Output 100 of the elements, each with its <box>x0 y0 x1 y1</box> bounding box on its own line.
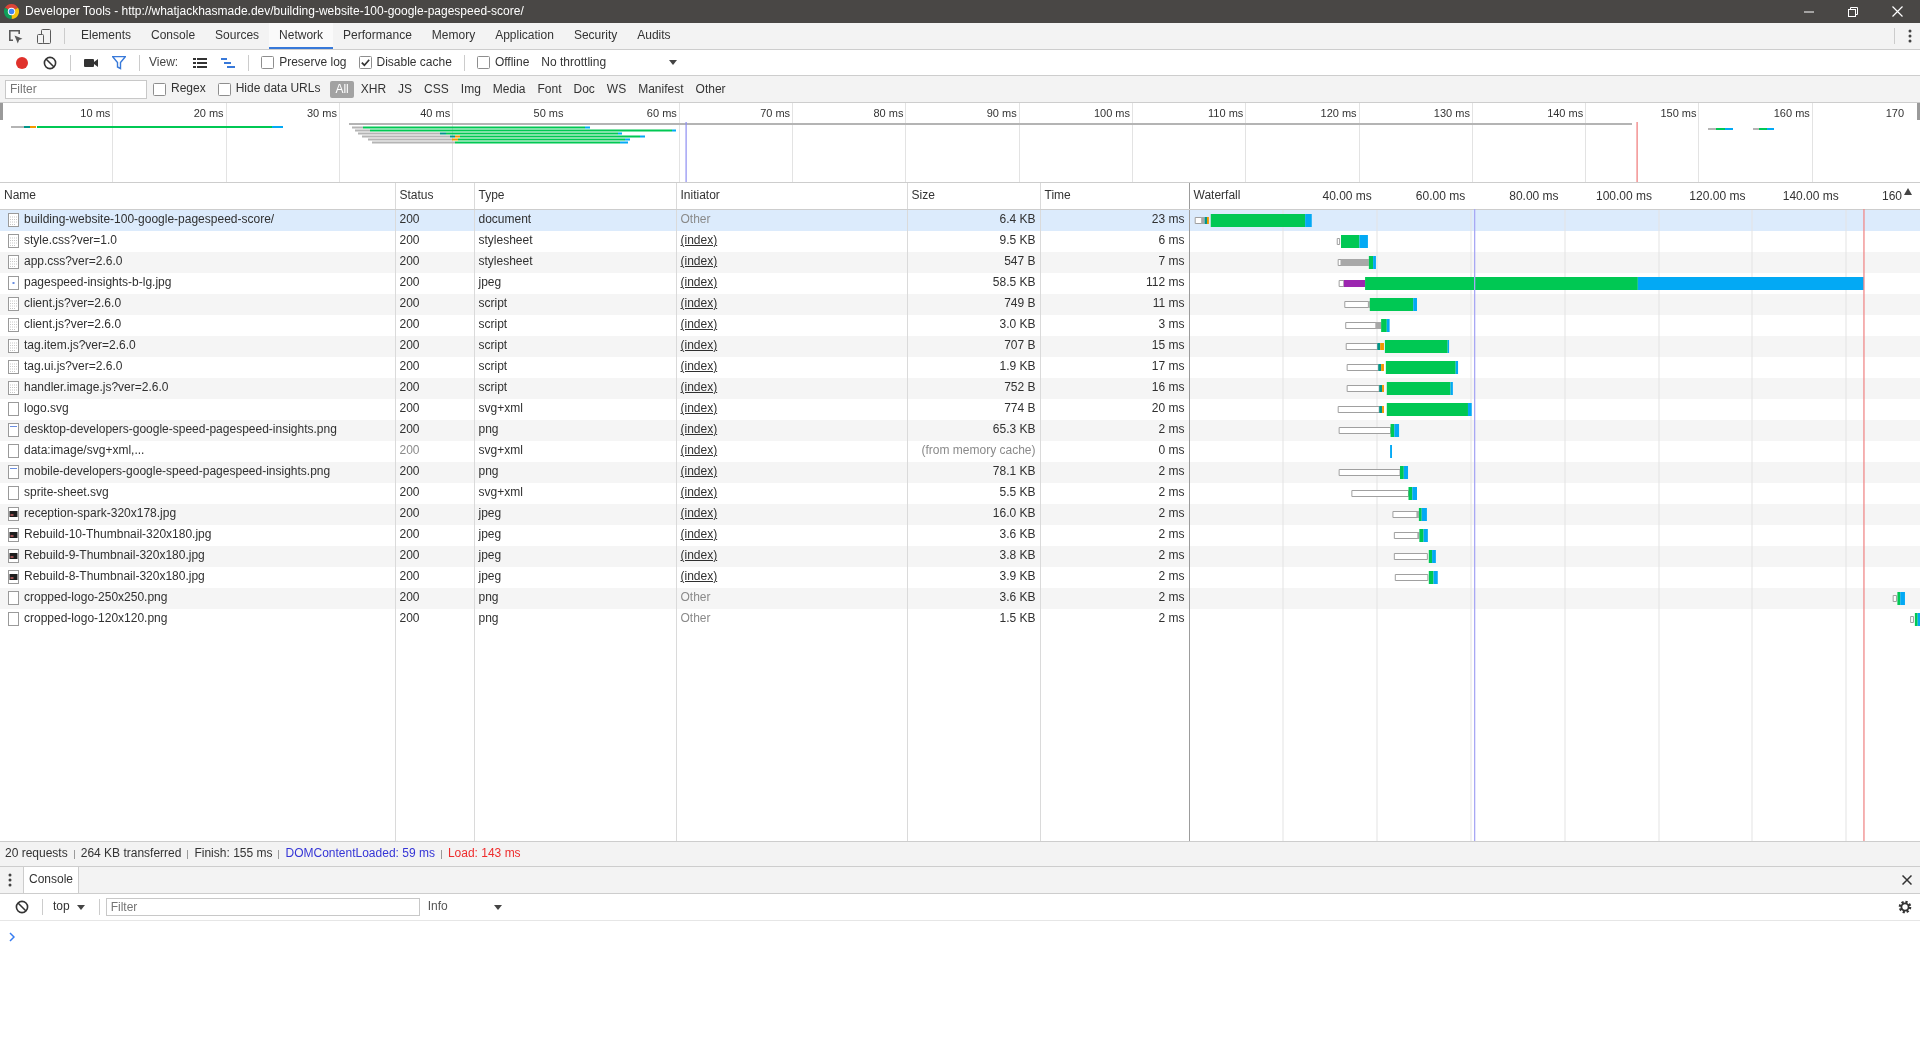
initiator-link[interactable]: (index) <box>680 296 718 311</box>
panel-tab[interactable]: Elements <box>71 23 142 49</box>
initiator-link[interactable]: (index) <box>680 485 718 500</box>
request-row[interactable]: client.js?ver=2.6.0 200 script (index) 749 B 11 ms <box>0 293 1920 315</box>
filter-icon[interactable] <box>112 55 126 70</box>
more-options-icon[interactable] <box>1908 29 1912 43</box>
initiator-link[interactable]: (index) <box>680 548 718 563</box>
type-filter-button[interactable]: Img <box>455 80 486 98</box>
request-row[interactable]: desktop-developers-google-speed-pagespeed-insights.png 200 png (index) 65.3 KB 2 ms <box>0 419 1920 441</box>
type-filter-button[interactable]: Doc <box>568 80 600 98</box>
device-toolbar-icon[interactable] <box>37 28 51 44</box>
column-header[interactable]: Waterfall <box>1193 188 1241 203</box>
type-filter-button[interactable]: Font <box>532 80 567 98</box>
type-filter-button[interactable]: Other <box>690 80 731 98</box>
request-row[interactable]: pagespeed-insights-b-lg.jpg 200 jpeg (index) 58.5 KB 112 ms <box>0 272 1920 294</box>
overview-handle[interactable] <box>1917 103 1920 120</box>
context-dropdown[interactable]: top <box>53 899 85 915</box>
more-options-icon[interactable] <box>8 873 12 887</box>
checkbox[interactable] <box>153 82 166 96</box>
type-filter-button[interactable]: JS <box>393 80 418 98</box>
file-name: handler.image.js?ver=2.6.0 <box>24 380 169 396</box>
initiator-link[interactable]: (index) <box>680 317 718 332</box>
request-row[interactable]: app.css?ver=2.6.0 200 stylesheet (index) 547 B 7 ms <box>0 251 1920 273</box>
sort-up-icon[interactable] <box>1904 188 1912 196</box>
column-header[interactable]: Name <box>0 183 395 209</box>
initiator-link[interactable]: (index) <box>680 401 718 416</box>
request-row[interactable]: mobile-developers-google-speed-pagespeed-insights.png 200 png (index) 78.1 KB 2 ms <box>0 461 1920 483</box>
checkbox-label[interactable]: Regex <box>171 81 206 97</box>
request-row[interactable]: logo.svg 200 svg+xml (index) 774 B 20 ms <box>0 398 1920 420</box>
checkbox-label[interactable]: Preserve log <box>279 54 347 71</box>
initiator-link[interactable]: (index) <box>680 275 718 290</box>
filter-field[interactable]: Filter <box>105 898 420 916</box>
clear-icon[interactable] <box>15 900 29 914</box>
initiator-link[interactable]: (index) <box>680 506 718 521</box>
initiator-link[interactable]: (index) <box>680 464 718 479</box>
request-row[interactable]: cropped-logo-250x250.png 200 png Other 3.6 KB 2 ms <box>0 587 1920 609</box>
initiator-link[interactable]: (index) <box>680 569 718 584</box>
type-filter-button[interactable]: Manifest <box>633 80 689 98</box>
checkbox-label[interactable]: Offline <box>494 54 530 71</box>
request-row[interactable]: reception-spark-320x178.jpg 200 jpeg (index) 16.0 KB 2 ms <box>0 503 1920 525</box>
type-filter-button[interactable]: CSS <box>419 80 454 98</box>
panel-tab[interactable]: Sources <box>205 23 270 49</box>
type-filter-button[interactable]: Media <box>487 80 531 98</box>
panel-tab[interactable]: Performance <box>333 23 422 49</box>
initiator-link[interactable]: (index) <box>680 380 718 395</box>
list-view-icon[interactable] <box>193 56 208 69</box>
request-row[interactable]: client.js?ver=2.6.0 200 script (index) 3.0 KB 3 ms <box>0 314 1920 336</box>
initiator-link[interactable]: (index) <box>680 338 718 353</box>
request-row[interactable]: cropped-logo-120x120.png 200 png Other 1.5 KB 2 ms <box>0 608 1920 630</box>
panel-tab[interactable]: Application <box>485 23 564 49</box>
record-icon[interactable] <box>15 55 29 70</box>
initiator-link[interactable]: (index) <box>680 254 718 269</box>
column-header[interactable]: Initiator <box>676 183 907 209</box>
inspect-element-icon[interactable] <box>8 28 23 44</box>
type-filter-button[interactable]: WS <box>601 80 632 98</box>
column-header[interactable]: Time <box>1040 183 1189 209</box>
log-level-dropdown[interactable]: Info <box>427 899 502 915</box>
filter-field[interactable]: Filter <box>5 79 147 99</box>
video-camera-icon[interactable] <box>84 57 98 68</box>
time-tick-label: 80.00 ms <box>1509 188 1559 206</box>
panel-tab[interactable]: Audits <box>627 23 681 49</box>
checkbox-label[interactable]: Disable cache <box>376 54 452 71</box>
request-row[interactable]: data:image/svg+xml,... 200 svg+xml (index) (from memory cache) 0 ms <box>0 440 1920 462</box>
request-row[interactable]: handler.image.js?ver=2.6.0 200 script (index) 752 B 16 ms <box>0 377 1920 399</box>
panel-tab[interactable]: Memory <box>421 23 486 49</box>
initiator-link[interactable]: (index) <box>680 443 718 458</box>
checkbox[interactable] <box>358 56 372 69</box>
request-row[interactable]: tag.item.js?ver=2.6.0 200 script (index) 707 B 15 ms <box>0 335 1920 357</box>
initiator-link[interactable]: (index) <box>680 359 718 374</box>
column-header[interactable]: Size <box>907 183 1040 209</box>
panel-tab[interactable]: Security <box>563 23 628 49</box>
clear-icon[interactable] <box>43 55 57 70</box>
request-row[interactable]: style.css?ver=1.0 200 stylesheet (index) 9.5 KB 6 ms <box>0 230 1920 252</box>
request-row[interactable]: Rebuild-9-Thumbnail-320x180.jpg 200 jpeg (index) 3.8 KB 2 ms <box>0 545 1920 567</box>
overview-handle[interactable] <box>0 103 3 120</box>
request-row[interactable]: Rebuild-8-Thumbnail-320x180.jpg 200 jpeg (index) 3.9 KB 2 ms <box>0 566 1920 588</box>
close-icon[interactable] <box>1902 875 1912 885</box>
request-row[interactable]: building-website-100-google-pagespeed-score/ 200 document Other 6.4 KB 23 ms <box>0 209 1920 231</box>
checkbox[interactable] <box>476 56 490 69</box>
initiator-link[interactable]: (index) <box>680 233 718 248</box>
waterfall-view-icon[interactable] <box>221 56 236 69</box>
table-cell: 11 ms <box>1040 293 1189 315</box>
panel-tab[interactable]: Console <box>141 23 206 49</box>
type-filter-button[interactable]: XHR <box>355 80 392 98</box>
panel-tab[interactable]: Network <box>269 23 334 49</box>
column-header[interactable]: Type <box>474 183 676 209</box>
request-row[interactable]: sprite-sheet.svg 200 svg+xml (index) 5.5 KB 2 ms <box>0 482 1920 504</box>
initiator-link[interactable]: (index) <box>680 527 718 542</box>
checkbox[interactable] <box>217 82 231 96</box>
throttling-dropdown[interactable]: No throttling <box>541 54 678 71</box>
column-header[interactable]: Status <box>395 183 474 209</box>
restore-icon[interactable] <box>1848 6 1858 17</box>
checkbox-label[interactable]: Hide data URLs <box>235 81 321 97</box>
settings-icon[interactable] <box>1898 900 1912 914</box>
request-row[interactable]: tag.ui.js?ver=2.6.0 200 script (index) 1.9 KB 17 ms <box>0 356 1920 378</box>
drawer-tab[interactable]: Console <box>23 867 80 893</box>
initiator-link[interactable]: (index) <box>680 422 718 437</box>
checkbox[interactable] <box>261 56 275 69</box>
request-row[interactable]: Rebuild-10-Thumbnail-320x180.jpg 200 jpeg (index) 3.6 KB 2 ms <box>0 524 1920 546</box>
table-cell: 200 <box>395 398 474 420</box>
